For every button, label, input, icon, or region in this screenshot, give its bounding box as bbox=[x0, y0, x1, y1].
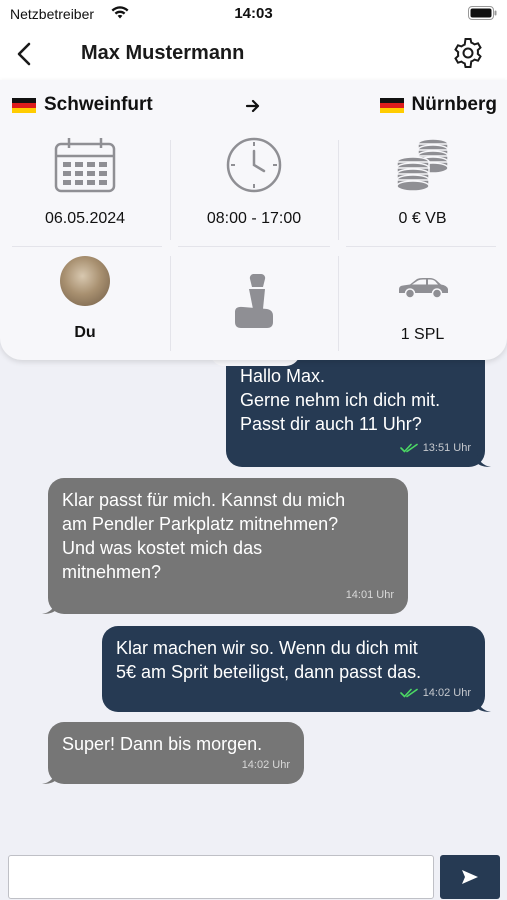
contact-name: Max Mustermann bbox=[81, 42, 245, 64]
ride-details-card: Schweinfurt Nürnberg 06.05.2024 08:00 - … bbox=[0, 80, 507, 360]
german-flag-icon bbox=[12, 97, 36, 113]
coins-icon bbox=[395, 138, 449, 192]
battery-icon bbox=[468, 6, 497, 20]
message-meta: 14:02 Uhr bbox=[399, 681, 471, 705]
date-cell: 06.05.2024 bbox=[0, 136, 170, 228]
message-meta: 14:01 Uhr bbox=[346, 583, 394, 607]
seat-cell bbox=[170, 272, 338, 332]
bubble-tail bbox=[477, 698, 491, 712]
ride-seats: 1 SPL bbox=[400, 326, 445, 343]
price-cell: 0 € VB bbox=[338, 136, 507, 228]
arrow-right-icon bbox=[245, 99, 260, 113]
clock: 14:03 bbox=[234, 5, 273, 22]
car-icon bbox=[398, 278, 448, 299]
double-check-icon bbox=[399, 688, 418, 698]
ride-time-range: 08:00 - 17:00 bbox=[206, 210, 302, 227]
calendar-icon bbox=[54, 138, 116, 193]
avatar bbox=[60, 256, 110, 306]
bubble-tail bbox=[42, 600, 56, 614]
ride-date: 06.05.2024 bbox=[44, 210, 126, 227]
message-time: 14:02 Uhr bbox=[422, 687, 471, 699]
divider bbox=[178, 246, 330, 247]
message-text-line: am Pendler Parkplatz mitnehmen? bbox=[62, 514, 339, 534]
bubble-tail bbox=[42, 770, 56, 784]
settings-button[interactable] bbox=[451, 36, 485, 70]
navigation-bar: Max Mustermann bbox=[0, 30, 507, 80]
divider bbox=[12, 246, 162, 247]
route-to: Nürnberg bbox=[379, 94, 498, 116]
driver-cell: Du bbox=[0, 256, 170, 342]
divider bbox=[346, 246, 496, 247]
car-seat-icon bbox=[235, 273, 273, 328]
outgoing-message[interactable]: Hallo Max. Gerne nehm ich dich mit. Passt … bbox=[226, 356, 491, 467]
message-text-line: Gerne nehm ich dich mit. bbox=[240, 390, 441, 410]
bubble-tail bbox=[477, 453, 491, 467]
message-text-line: Hallo Max. bbox=[240, 366, 326, 386]
seats-cell: 1 SPL bbox=[338, 276, 507, 344]
message-input[interactable] bbox=[8, 855, 434, 899]
route-from-city: Schweinfurt bbox=[44, 94, 153, 115]
outgoing-message[interactable]: Klar machen wir so. Wenn du dich mit 5€ a… bbox=[102, 626, 491, 712]
message-text-line: Klar passt für mich. Kannst du mich bbox=[62, 490, 346, 510]
message-time: 14:01 Uhr bbox=[345, 589, 394, 601]
route-from: Schweinfurt bbox=[12, 94, 153, 116]
message-meta: 13:51 Uhr bbox=[399, 436, 471, 460]
send-button[interactable] bbox=[440, 855, 500, 899]
route-to-city: Nürnberg bbox=[411, 94, 498, 115]
status-bar: Netzbetreiber 14:03 bbox=[0, 0, 507, 30]
incoming-message[interactable]: Klar passt für mich. Kannst du mich am Pe… bbox=[42, 478, 408, 614]
message-time: 13:51 Uhr bbox=[422, 442, 471, 454]
composer-bar bbox=[0, 848, 507, 900]
route-row: Schweinfurt Nürnberg bbox=[0, 94, 507, 120]
time-cell: 08:00 - 17:00 bbox=[170, 136, 338, 228]
message-text-line: Passt dir auch 11 Uhr? bbox=[240, 414, 422, 434]
message-time: 14:02 Uhr bbox=[241, 759, 290, 771]
send-arrow-icon bbox=[462, 870, 478, 884]
german-flag-icon bbox=[379, 97, 404, 113]
message-meta: 14:02 Uhr bbox=[242, 753, 290, 777]
message-text-line: Klar machen wir so. Wenn du dich mit bbox=[116, 638, 418, 658]
driver-name: Du bbox=[74, 324, 96, 341]
message-text-line: mitnehmen? bbox=[62, 562, 162, 582]
double-check-icon bbox=[399, 443, 418, 453]
ride-price: 0 € VB bbox=[398, 210, 447, 227]
back-button[interactable] bbox=[12, 38, 38, 70]
incoming-message[interactable]: Super! Dann bis morgen. 14:02 Uhr bbox=[42, 722, 304, 784]
clock-icon bbox=[226, 137, 282, 193]
message-text-line: Und was kostet mich das bbox=[62, 538, 263, 558]
